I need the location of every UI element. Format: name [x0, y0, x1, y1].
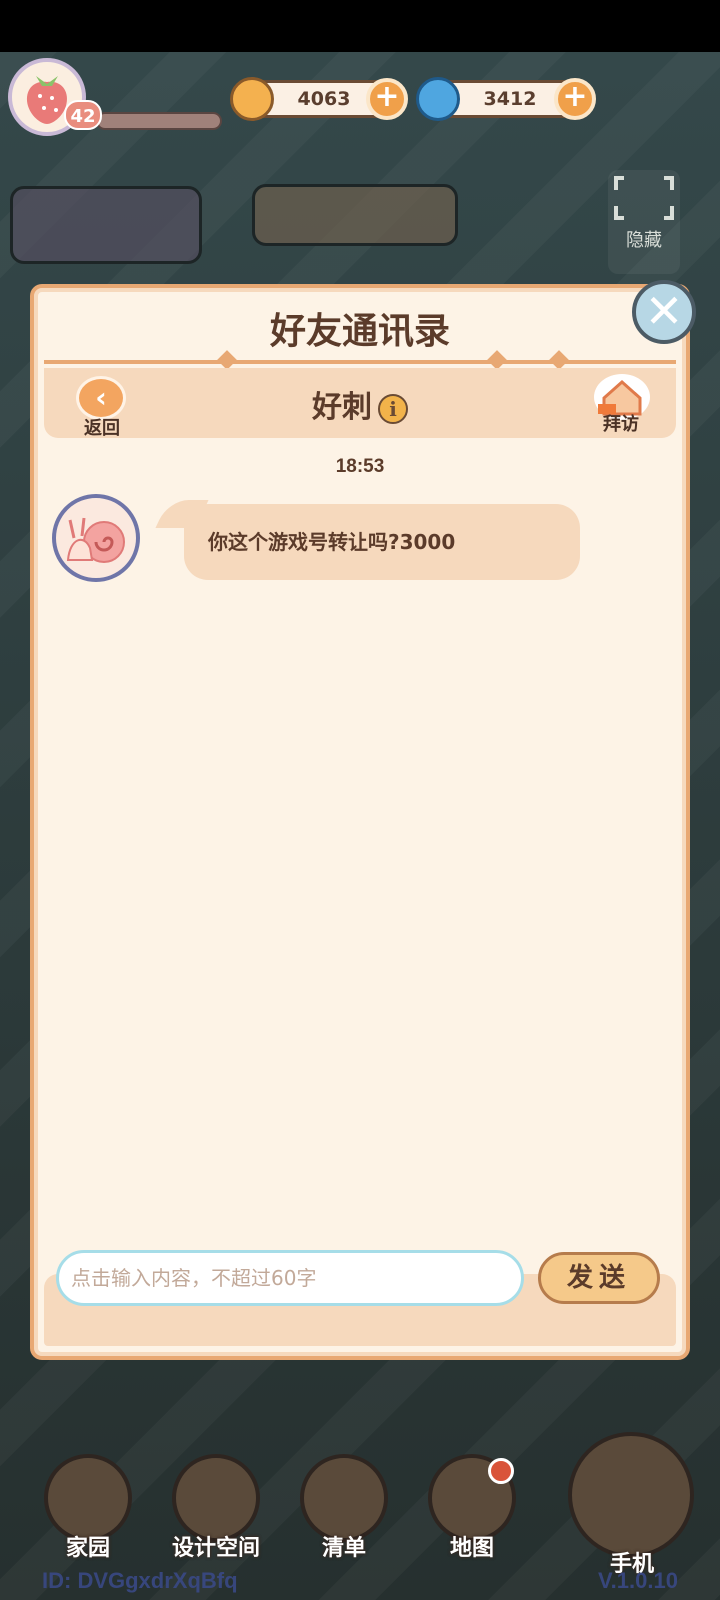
- nav-home-label: 家园: [65, 1536, 110, 1561]
- visit-button[interactable]: 拜访: [588, 372, 654, 440]
- friend-avatar[interactable]: [52, 494, 140, 582]
- user-id: ID: DVGgxdrXqBfq: [42, 1568, 238, 1593]
- experience-bar: [96, 112, 222, 130]
- status-bar: [0, 0, 720, 52]
- hide-ui-label: 隐藏: [626, 230, 662, 251]
- phone-button[interactable]: 手机: [568, 1432, 696, 1582]
- friend-contacts-dialog: 好友通讯录 ‹ 返回 好刺i 拜访 18:53 你这个游戏号转让吗?3000: [30, 284, 690, 1360]
- design-icon: [172, 1454, 260, 1542]
- nav-home[interactable]: 家园: [40, 1454, 136, 1564]
- map-notification-dot: [488, 1458, 514, 1484]
- message-input[interactable]: [56, 1250, 524, 1306]
- add-coins-button[interactable]: +: [366, 78, 408, 120]
- message-bubble: 你这个游戏号转让吗?3000: [184, 504, 580, 580]
- home-icon: [44, 1454, 132, 1542]
- hide-ui-button[interactable]: 隐藏: [608, 170, 680, 274]
- info-icon[interactable]: i: [378, 393, 408, 424]
- nav-list[interactable]: 清单: [296, 1454, 392, 1564]
- scene-card-center: [252, 184, 458, 246]
- swirl-gem-icon: [416, 77, 460, 121]
- friend-name: 好刺: [312, 390, 372, 425]
- snail-icon: [66, 517, 125, 563]
- nav-design-label: 设计空间: [171, 1536, 260, 1561]
- message-timestamp: 18:53: [335, 456, 385, 477]
- message-text: 你这个游戏号转让吗?3000: [208, 530, 456, 554]
- scene-card-left: [10, 186, 202, 264]
- nav-design-space[interactable]: 设计空间: [168, 1454, 264, 1564]
- phone-icon: [568, 1432, 694, 1558]
- dialog-title: 好友通讯录: [269, 311, 450, 352]
- nav-list-label: 清单: [321, 1536, 366, 1561]
- send-button[interactable]: 发送: [538, 1252, 660, 1304]
- close-button[interactable]: ✕: [632, 280, 696, 344]
- nav-map-label: 地图: [449, 1536, 494, 1561]
- frame-corners-icon: [614, 176, 674, 220]
- title-divider: [44, 360, 676, 364]
- visit-label: 拜访: [603, 414, 639, 435]
- level-badge: 42: [64, 100, 102, 130]
- list-icon: [300, 1454, 388, 1542]
- add-gems-button[interactable]: +: [554, 78, 596, 120]
- app-version: V.1.0.10: [598, 1568, 678, 1593]
- coin-icon: [230, 77, 274, 121]
